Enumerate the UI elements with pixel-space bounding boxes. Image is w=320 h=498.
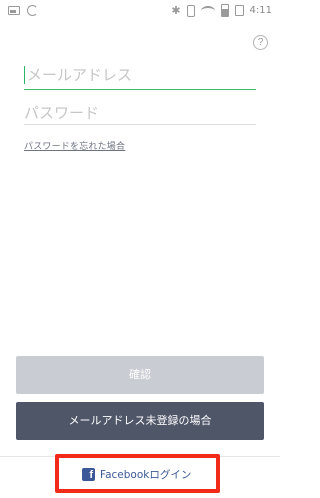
highlight-annotation-box bbox=[55, 454, 220, 493]
password-field[interactable] bbox=[24, 100, 256, 126]
sync-icon bbox=[27, 5, 38, 16]
bluetooth-icon: ✱ bbox=[171, 4, 181, 17]
forgot-password-link[interactable]: パスワードを忘れた場合 bbox=[24, 139, 125, 152]
vibrate-icon bbox=[186, 4, 195, 17]
sim-icon bbox=[234, 5, 244, 16]
unregistered-email-button[interactable]: メールアドレス未登録の場合 bbox=[16, 402, 264, 440]
password-underline bbox=[24, 124, 256, 125]
text-caret bbox=[24, 66, 25, 84]
status-time: 4:11 bbox=[249, 5, 272, 16]
battery-saver-icon bbox=[220, 4, 229, 17]
wifi-icon bbox=[200, 5, 215, 16]
email-underline bbox=[24, 89, 256, 90]
help-icon[interactable]: ? bbox=[253, 35, 268, 50]
image-icon bbox=[8, 6, 20, 15]
status-right-icons: ✱ 4:11 bbox=[171, 4, 272, 17]
status-bar: ✱ 4:11 bbox=[0, 0, 280, 22]
email-field[interactable] bbox=[24, 62, 256, 88]
confirm-button[interactable]: 確認 bbox=[16, 356, 264, 394]
status-left-icons bbox=[8, 5, 38, 16]
